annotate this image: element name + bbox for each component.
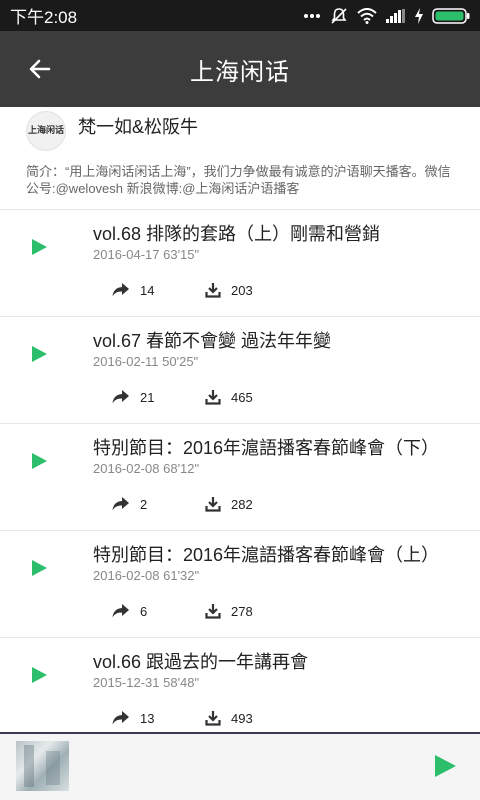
signal-icon bbox=[386, 8, 405, 23]
download-count: 465 bbox=[231, 389, 253, 405]
download-count: 203 bbox=[231, 282, 253, 298]
app-bar: 上海闲话 bbox=[0, 31, 480, 107]
episode-meta: 2016-02-11 50'25" bbox=[93, 354, 199, 369]
episode-row[interactable]: vol.66 跟過去的一年講再會 2015-12-31 58'48" 13 49… bbox=[0, 638, 480, 745]
share-count: 2 bbox=[140, 496, 148, 512]
episode-meta: 2015-12-31 58'48" bbox=[93, 675, 200, 690]
share-count: 6 bbox=[140, 603, 148, 619]
wifi-icon bbox=[357, 7, 377, 24]
download-count: 278 bbox=[231, 603, 253, 619]
share-button[interactable]: 6 bbox=[112, 601, 147, 621]
author-name[interactable]: 梵一如&松阪牛 bbox=[78, 113, 198, 139]
episode-title: vol.67 春節不會變 過法年年變 bbox=[93, 331, 332, 351]
share-button[interactable]: 21 bbox=[112, 387, 154, 407]
episode-title: vol.68 排隊的套路（上）剛需和營銷 bbox=[93, 224, 381, 244]
play-icon[interactable] bbox=[28, 236, 50, 258]
share-icon bbox=[112, 283, 129, 297]
episode-title: 特別節目：2016年滬語播客春節峰會（上） bbox=[93, 545, 440, 565]
player-play-icon[interactable] bbox=[432, 753, 458, 779]
now-playing-thumbnail[interactable] bbox=[16, 741, 69, 791]
share-button[interactable]: 2 bbox=[112, 494, 147, 514]
share-icon bbox=[112, 390, 129, 404]
download-button[interactable]: 278 bbox=[205, 601, 253, 621]
battery-icon bbox=[432, 7, 470, 24]
share-icon bbox=[112, 604, 129, 618]
podcast-description: 简介：“用上海闲话闲话上海”，我们力争做最有诚意的沪语聊天播客。微信公号:@we… bbox=[26, 164, 451, 196]
share-count: 21 bbox=[140, 389, 155, 405]
back-button[interactable] bbox=[22, 53, 58, 85]
episode-meta: 2016-02-08 61'32" bbox=[93, 568, 200, 583]
podcast-avatar[interactable]: 上海闲话 bbox=[26, 111, 66, 151]
episode-list: vol.68 排隊的套路（上）剛需和營銷 2016-04-17 63'15" 1… bbox=[0, 210, 480, 745]
page-title: 上海闲话 bbox=[190, 58, 290, 86]
episode-title: 特別節目：2016年滬語播客春節峰會（下） bbox=[93, 438, 440, 458]
play-icon[interactable] bbox=[28, 664, 50, 686]
episode-title: vol.66 跟過去的一年講再會 bbox=[93, 652, 309, 672]
share-icon bbox=[112, 497, 129, 511]
episode-row[interactable]: vol.67 春節不會變 過法年年變 2016-02-11 50'25" 21 … bbox=[0, 317, 480, 424]
status-icons bbox=[303, 7, 470, 25]
download-count: 493 bbox=[231, 710, 253, 726]
play-icon[interactable] bbox=[28, 557, 50, 579]
share-icon bbox=[112, 711, 129, 725]
status-time: 下午2:08 bbox=[10, 8, 78, 27]
download-button[interactable]: 493 bbox=[205, 708, 253, 728]
episode-row[interactable]: 特別節目：2016年滬語播客春節峰會（下） 2016-02-08 68'12" … bbox=[0, 424, 480, 531]
download-button[interactable]: 203 bbox=[205, 280, 253, 300]
play-icon[interactable] bbox=[28, 450, 50, 472]
status-bar: 下午2:08 bbox=[0, 0, 480, 31]
avatar-logo-text: 上海闲话 bbox=[27, 126, 64, 136]
episode-row[interactable]: 特別節目：2016年滬語播客春節峰會（上） 2016-02-08 61'32" … bbox=[0, 531, 480, 638]
share-button[interactable]: 14 bbox=[112, 280, 154, 300]
episode-meta: 2016-04-17 63'15" bbox=[93, 247, 200, 262]
dots-icon bbox=[304, 13, 320, 18]
share-button[interactable]: 13 bbox=[112, 708, 154, 728]
arrow-left-icon bbox=[29, 59, 51, 79]
play-icon[interactable] bbox=[28, 343, 50, 365]
download-button[interactable]: 465 bbox=[205, 387, 253, 407]
mini-player bbox=[0, 732, 480, 800]
share-count: 14 bbox=[140, 282, 155, 298]
charging-icon bbox=[415, 7, 423, 24]
episode-meta: 2016-02-08 68'12" bbox=[93, 461, 200, 476]
share-count: 13 bbox=[140, 710, 155, 726]
download-icon bbox=[205, 604, 221, 619]
podcast-header: 上海闲话 梵一如&松阪牛 简介：“用上海闲话闲话上海”，我们力争做最有诚意的沪语… bbox=[0, 107, 480, 210]
download-icon bbox=[205, 390, 221, 405]
download-button[interactable]: 282 bbox=[205, 494, 253, 514]
download-icon bbox=[205, 497, 221, 512]
episode-row[interactable]: vol.68 排隊的套路（上）剛需和營銷 2016-04-17 63'15" 1… bbox=[0, 210, 480, 317]
download-icon bbox=[205, 711, 221, 726]
mute-icon bbox=[331, 7, 347, 24]
download-icon bbox=[205, 283, 221, 298]
download-count: 282 bbox=[231, 496, 253, 512]
